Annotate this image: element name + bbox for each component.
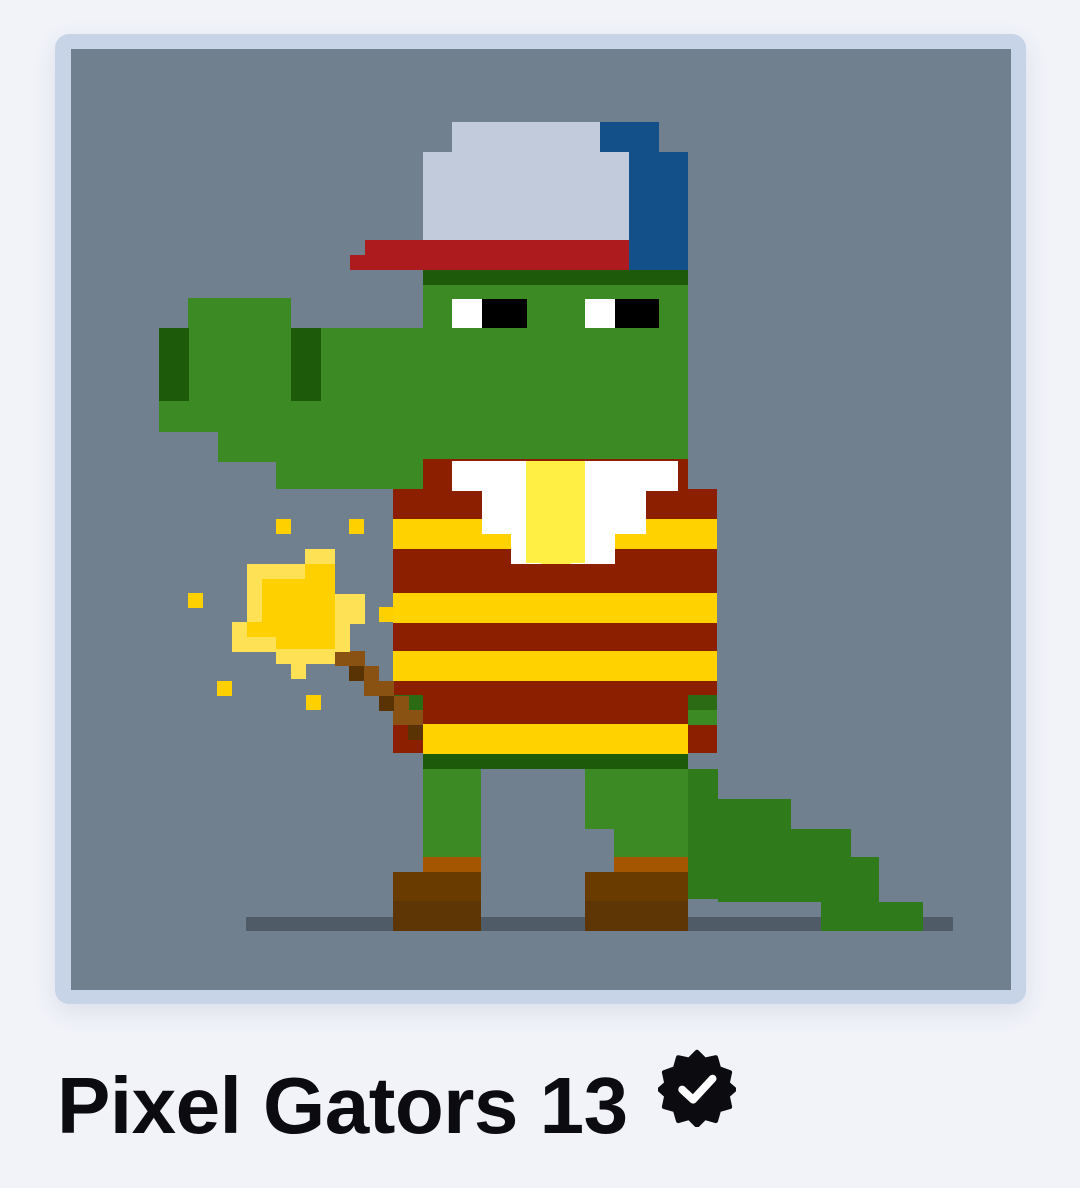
cap-shadow bbox=[423, 270, 688, 285]
wand-star-core-pixel bbox=[262, 579, 320, 624]
sparkles-pixel bbox=[306, 695, 321, 710]
baseball-cap-pixel bbox=[629, 152, 688, 270]
striped-shirt-pixel bbox=[688, 710, 717, 725]
eye-right-pupil bbox=[615, 299, 659, 328]
right-boot-cuff bbox=[614, 857, 688, 872]
striped-shirt-pixel bbox=[423, 754, 688, 769]
wand-stick-shade-pixel bbox=[379, 696, 394, 711]
striped-shirt-pixel bbox=[688, 695, 717, 710]
wand-star-pixel bbox=[291, 664, 306, 679]
gator-head-pixel bbox=[159, 328, 688, 432]
wand-stick-shade-pixel bbox=[408, 725, 423, 740]
baseball-cap-pixel bbox=[600, 122, 659, 152]
gator-tail-pixel bbox=[718, 857, 879, 902]
verified-badge-icon bbox=[657, 1049, 736, 1127]
gator-pixel-art-pixel bbox=[393, 901, 481, 931]
striped-shirt-pixel bbox=[393, 593, 717, 623]
gator-tail-pixel bbox=[821, 902, 923, 931]
gator-head-pixel bbox=[218, 432, 688, 462]
baseball-cap-pixel bbox=[365, 240, 629, 270]
sparkles-pixel bbox=[379, 607, 394, 622]
pixel-gator-artwork bbox=[71, 49, 1011, 990]
wand-stick-shade-pixel bbox=[349, 666, 364, 681]
gator-legs bbox=[423, 767, 688, 867]
eye-left-pupil bbox=[482, 299, 527, 328]
baseball-cap-pixel bbox=[423, 152, 629, 242]
striped-shirt-pixel bbox=[393, 651, 717, 681]
sparkles-pixel bbox=[188, 593, 203, 608]
gator-tail bbox=[688, 769, 923, 931]
wand-stick-pixel bbox=[364, 681, 394, 696]
title-row: Pixel Gators 13 bbox=[57, 1049, 736, 1150]
sparkles-pixel bbox=[217, 681, 232, 696]
left-boot-cuff bbox=[423, 857, 481, 872]
gator-legs-pixel bbox=[423, 767, 481, 867]
sparkles-pixel bbox=[276, 519, 291, 534]
wand-stick-pixel bbox=[335, 651, 365, 666]
gator-pixel-art bbox=[159, 122, 953, 931]
striped-shirt-pixel bbox=[423, 724, 688, 754]
baseball-cap-pixel bbox=[350, 255, 370, 270]
eye-left-white bbox=[452, 299, 482, 328]
wand-stick-pixel bbox=[393, 710, 423, 725]
sparkles-pixel bbox=[349, 519, 364, 534]
baseball-cap-pixel bbox=[452, 122, 601, 152]
eye-right-white bbox=[585, 299, 615, 328]
wand-star-core-pixel bbox=[276, 637, 335, 649]
wand-star-core-pixel bbox=[247, 622, 335, 637]
baseball-cap bbox=[350, 122, 688, 270]
nft-title: Pixel Gators 13 bbox=[57, 1061, 628, 1150]
gator-pixel-art-pixel bbox=[585, 901, 688, 931]
shirt-collar-pixel bbox=[541, 534, 571, 564]
nostril-right bbox=[291, 328, 321, 401]
wand-star-pixel bbox=[276, 649, 335, 664]
verified-badge-shape bbox=[657, 1049, 736, 1127]
nostril-left bbox=[159, 328, 189, 401]
nft-image-card[interactable] bbox=[55, 34, 1026, 1004]
